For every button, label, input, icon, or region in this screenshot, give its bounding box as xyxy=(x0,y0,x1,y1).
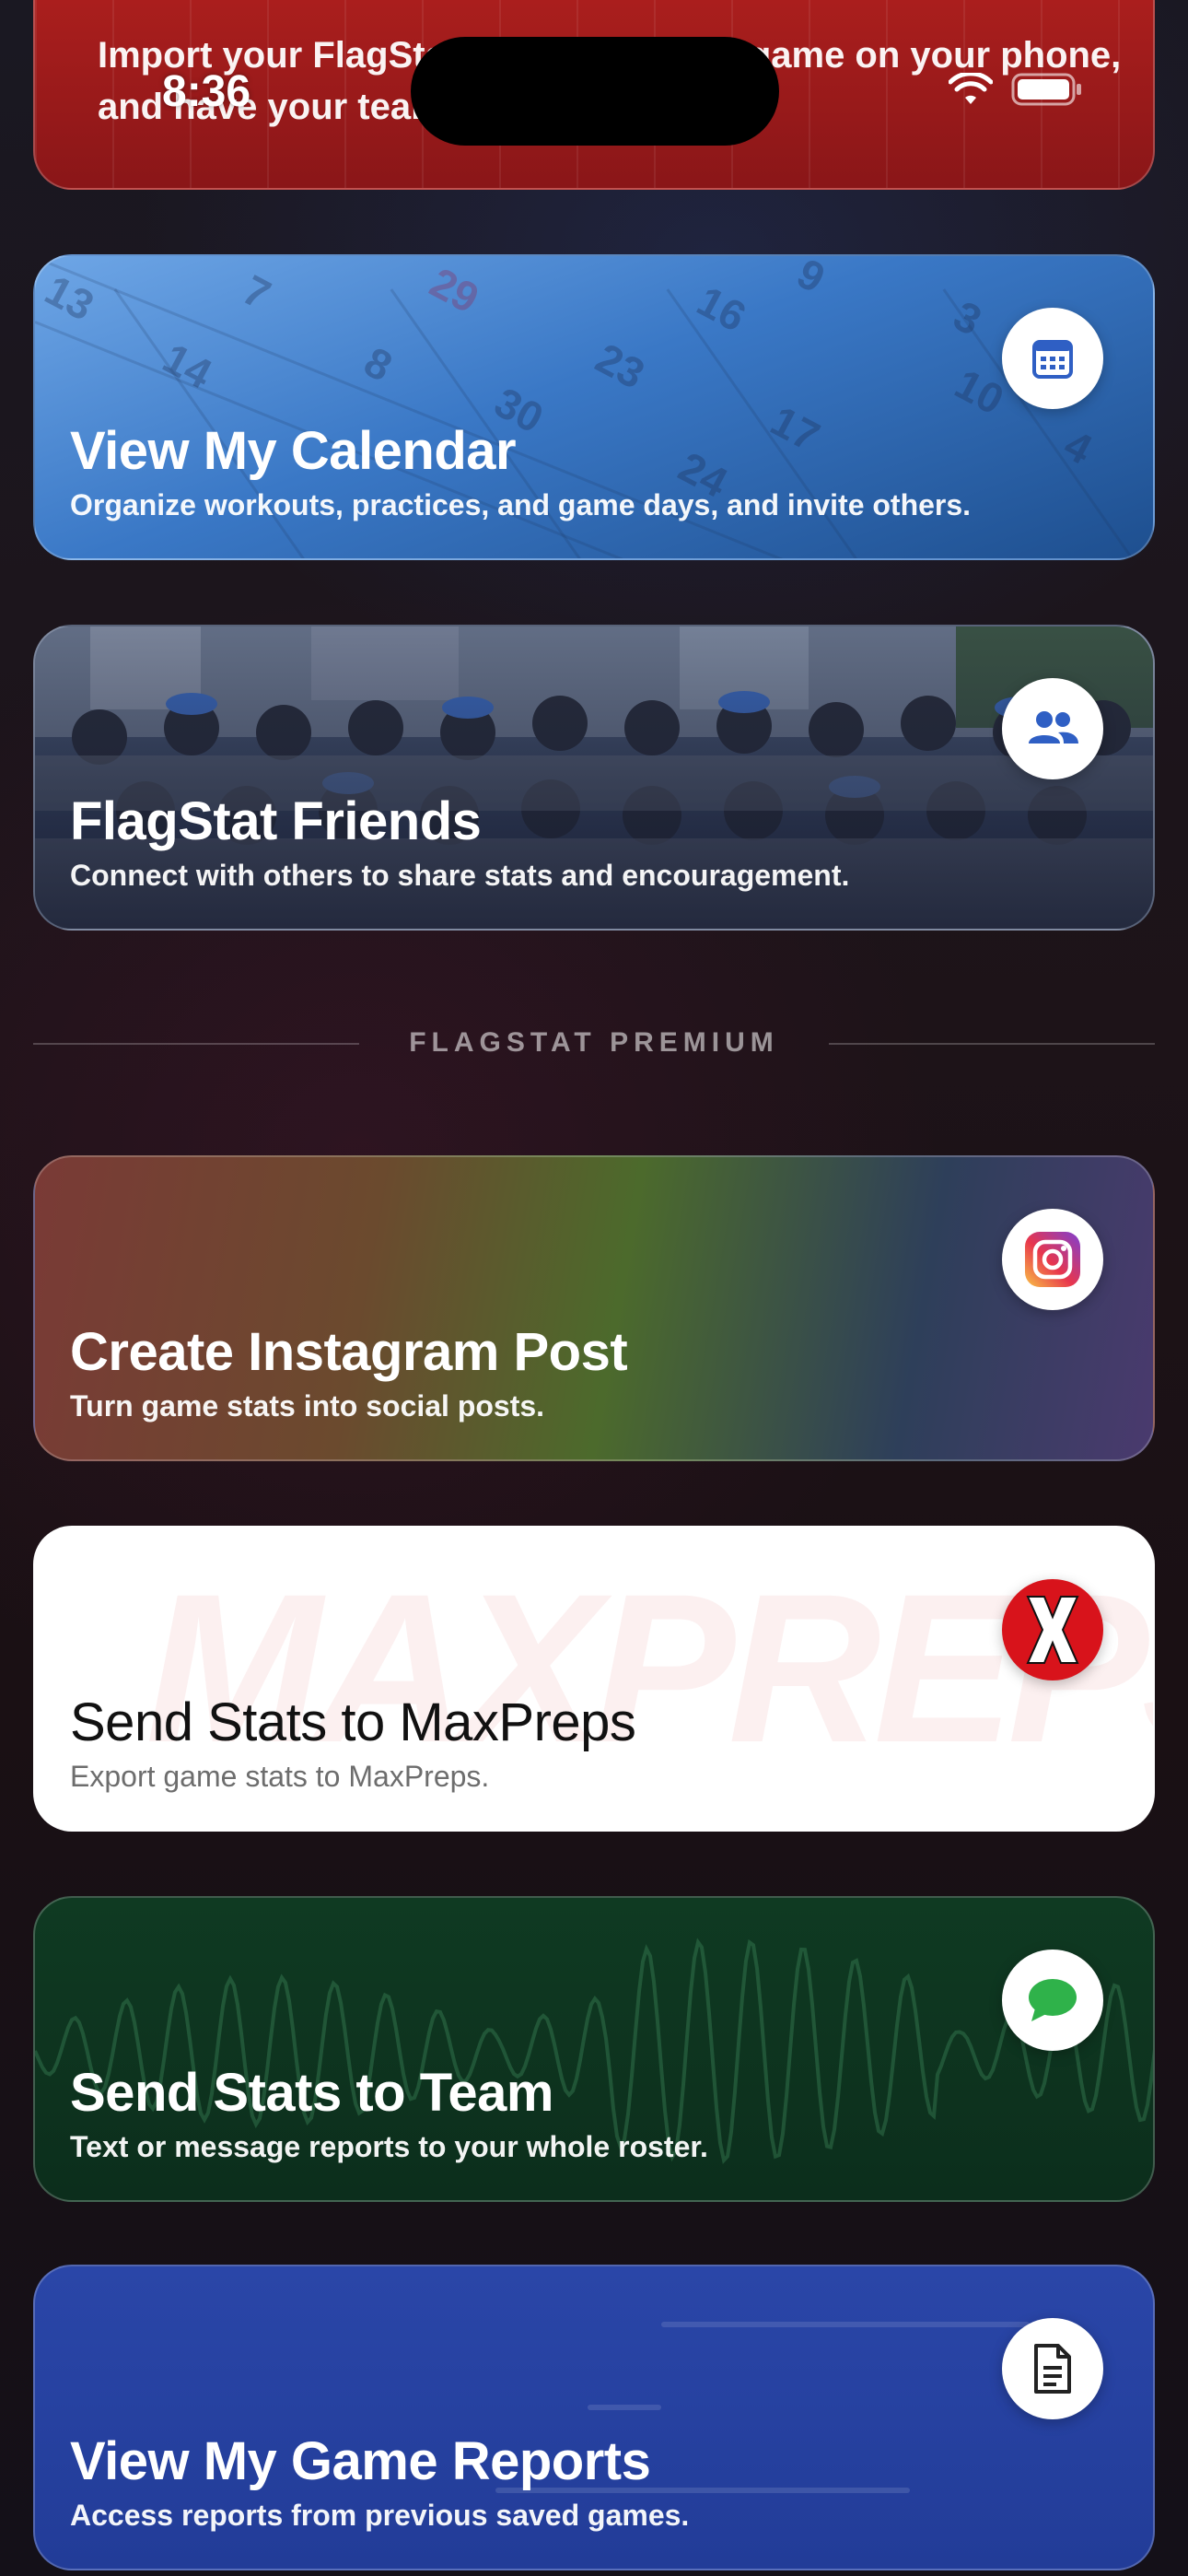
calendar-title: View My Calendar xyxy=(70,421,517,481)
maxpreps-watermark: MAXPREPS xyxy=(146,1550,1153,1786)
dynamic-island xyxy=(411,37,779,146)
divider-line-right xyxy=(829,1043,1155,1045)
maxpreps-subtitle: Export game stats to MaxPreps. xyxy=(70,1760,490,1793)
maxpreps-icon xyxy=(1026,1596,1079,1664)
maxpreps-title: Send Stats to MaxPreps xyxy=(70,1692,636,1752)
calendar-icon-button[interactable] xyxy=(1002,308,1103,409)
team-icon-button[interactable] xyxy=(1002,1950,1103,2051)
maxpreps-icon-button[interactable] xyxy=(1002,1579,1103,1680)
calendar-card[interactable]: 13 7 29 16 9 14 8 23 10 3 30 17 24 4 Vie… xyxy=(33,254,1155,560)
team-title: Send Stats to Team xyxy=(70,2063,553,2123)
calendar-icon xyxy=(1032,340,1073,379)
status-time: 8:36 xyxy=(162,67,251,116)
score-game-title: Score a Game xyxy=(70,0,458,13)
instagram-icon-button[interactable] xyxy=(1002,1209,1103,1310)
reports-subtitle: Access reports from previous saved games… xyxy=(70,2499,690,2532)
friends-title: FlagStat Friends xyxy=(70,791,482,851)
friends-card[interactable]: FlagStat Friends Connect with others to … xyxy=(33,625,1155,931)
calendar-subtitle: Organize workouts, practices, and game d… xyxy=(70,488,972,521)
people-icon xyxy=(1029,711,1078,744)
document-icon xyxy=(1034,2344,1071,2394)
reports-title: View My Game Reports xyxy=(70,2431,651,2491)
reports-card[interactable]: View My Game Reports Access reports from… xyxy=(33,2265,1155,2570)
instagram-icon xyxy=(1025,1232,1080,1287)
team-subtitle: Text or message reports to your whole ro… xyxy=(70,2130,708,2163)
battery-icon xyxy=(1011,73,1081,106)
wifi-icon xyxy=(949,73,993,104)
reports-icon-button[interactable] xyxy=(1002,2318,1103,2419)
maxpreps-card[interactable]: MAXPREPS Send Stats to MaxPreps Export g… xyxy=(33,1526,1155,1832)
premium-divider: FLAGSTAT PREMIUM xyxy=(0,1027,1188,1059)
message-icon xyxy=(1029,1979,1077,2021)
friends-subtitle: Connect with others to share stats and e… xyxy=(70,859,850,892)
team-card[interactable]: Send Stats to Team Text or message repor… xyxy=(33,1896,1155,2202)
instagram-card[interactable]: Create Instagram Post Turn game stats in… xyxy=(33,1155,1155,1461)
instagram-title: Create Instagram Post xyxy=(70,1322,628,1382)
friends-icon-button[interactable] xyxy=(1002,678,1103,779)
status-icons xyxy=(949,72,1083,107)
instagram-subtitle: Turn game stats into social posts. xyxy=(70,1389,545,1423)
